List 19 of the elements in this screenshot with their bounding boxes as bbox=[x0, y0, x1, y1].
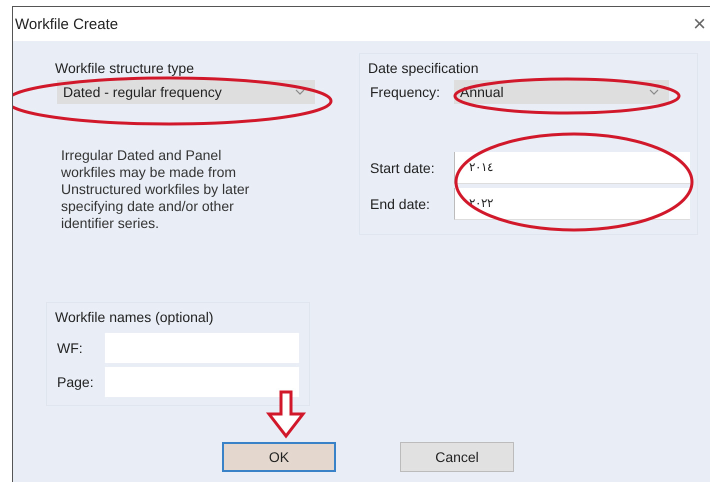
field-label: WF: bbox=[56, 340, 84, 356]
input-field[interactable] bbox=[105, 367, 299, 397]
field-label: Frequency: bbox=[369, 84, 442, 100]
help-text: Irregular Dated and Panel workfiles may be made from Unstructured workfiles by later specifying date and/or other identifier series. bbox=[61, 147, 250, 232]
down-arrow-annotation bbox=[266, 390, 306, 438]
close-button[interactable]: × bbox=[693, 11, 706, 37]
chevron-icon bbox=[295, 89, 305, 95]
chevron-icon bbox=[649, 89, 659, 95]
group-label: Workfile names (optional) bbox=[55, 309, 214, 325]
cancel-button[interactable]: Cancel bbox=[400, 442, 514, 472]
structure-dropdown[interactable]: Dated - regular frequency bbox=[57, 80, 315, 104]
field-label: Page: bbox=[56, 374, 95, 390]
field-label: End date: bbox=[369, 196, 431, 212]
group-label: Date specification bbox=[368, 60, 480, 76]
group-label: Workfile structure type bbox=[55, 60, 196, 76]
window-title: Workfile Create bbox=[15, 16, 118, 32]
field-label: Start date: bbox=[369, 160, 436, 176]
input-field[interactable]: ٢٠١٤ bbox=[454, 152, 690, 184]
ok-button[interactable]: OK bbox=[222, 442, 336, 472]
